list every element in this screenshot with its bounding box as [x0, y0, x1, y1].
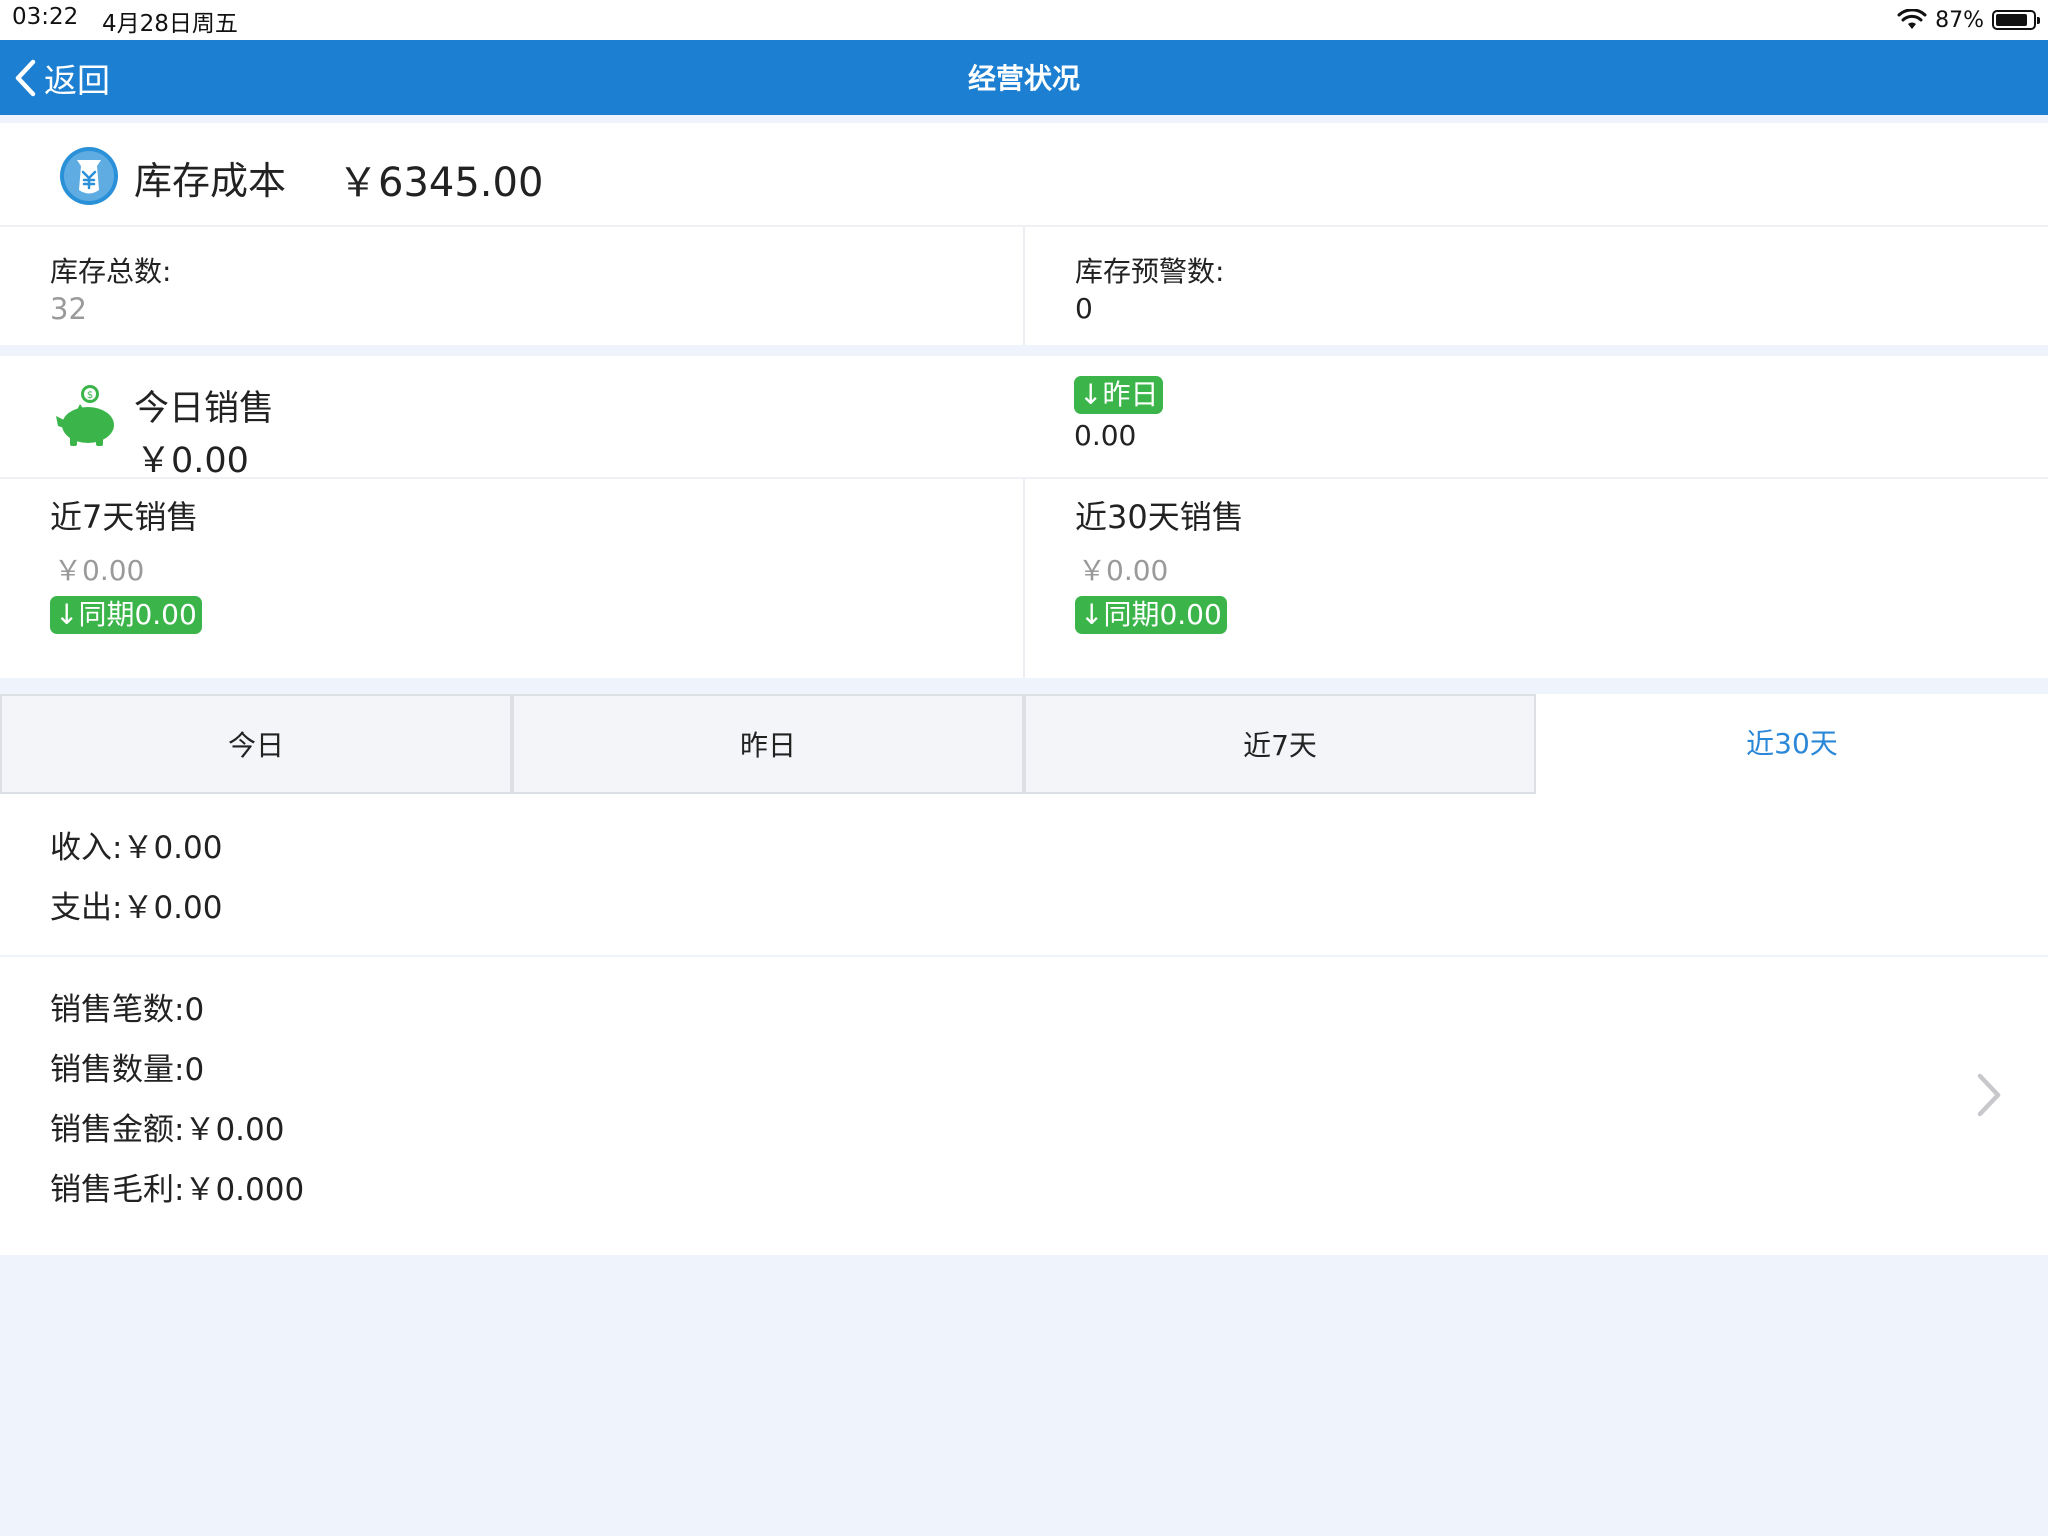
today-sales-value: ￥0.00 [136, 441, 249, 481]
inventory-total-label: 库存总数: [50, 255, 172, 288]
back-label: 返回 [44, 61, 110, 100]
status-time: 03:22 [12, 4, 79, 30]
battery-icon [1992, 10, 2040, 30]
week-sales-value: ￥0.00 [54, 554, 145, 587]
sales-gross-profit-text: 销售毛利:￥0.000 [50, 1172, 305, 1208]
tab-today[interactable]: 今日 [0, 694, 512, 794]
expense-text: 支出:￥0.00 [50, 890, 223, 926]
inventory-warning-label: 库存预警数: [1075, 255, 1225, 288]
chevron-right-icon[interactable] [1974, 1070, 2004, 1124]
inventory-warning-value: 0 [1075, 292, 1093, 325]
tab-last-7-days[interactable]: 近7天 [1024, 694, 1536, 794]
yesterday-value: 0.00 [1074, 419, 1137, 452]
inventory-cost-label: 库存成本 [134, 159, 287, 203]
status-bar [0, 0, 2048, 40]
money-bag-icon [58, 145, 120, 211]
sales-quantity-text: 销售数量:0 [50, 1052, 205, 1088]
month-sales-value: ￥0.00 [1078, 554, 1169, 587]
week-compare-badge: ↓同期0.00 [50, 596, 202, 634]
tab-yesterday[interactable]: 昨日 [512, 694, 1024, 794]
finance-card [0, 794, 2048, 955]
wifi-icon [1897, 9, 1927, 29]
status-indicators: 87% [1897, 4, 2040, 36]
month-sales-label: 近30天销售 [1075, 498, 1244, 536]
week-sales-label: 近7天销售 [50, 498, 199, 536]
divider [1023, 227, 1025, 345]
chevron-left-icon [15, 59, 36, 97]
inventory-cost-value: ￥6345.00 [338, 160, 544, 206]
status-date: 4月28日周五 [102, 11, 238, 37]
divider [1023, 479, 1025, 678]
today-sales-label: 今日销售 [134, 389, 275, 429]
yesterday-badge: ↓昨日 [1074, 376, 1164, 414]
page-title: 经营状况 [967, 62, 1080, 95]
sales-amount-text: 销售金额:￥0.00 [50, 1112, 285, 1148]
svg-text:$: $ [87, 390, 93, 401]
tab-last-30-days[interactable]: 近30天 [1536, 694, 2048, 794]
sales-count-text: 销售笔数:0 [50, 992, 205, 1028]
month-compare-badge: ↓同期0.00 [1075, 596, 1227, 634]
battery-percent: 87% [1935, 7, 1984, 33]
piggy-bank-icon: $ [52, 380, 124, 456]
back-button[interactable]: 返回 [12, 54, 110, 102]
period-tabs: 今日 昨日 近7天 近30天 [0, 694, 2048, 794]
sales-detail-card[interactable] [0, 957, 2048, 1255]
inventory-total-value: 32 [50, 292, 87, 326]
income-text: 收入:￥0.00 [50, 830, 223, 866]
